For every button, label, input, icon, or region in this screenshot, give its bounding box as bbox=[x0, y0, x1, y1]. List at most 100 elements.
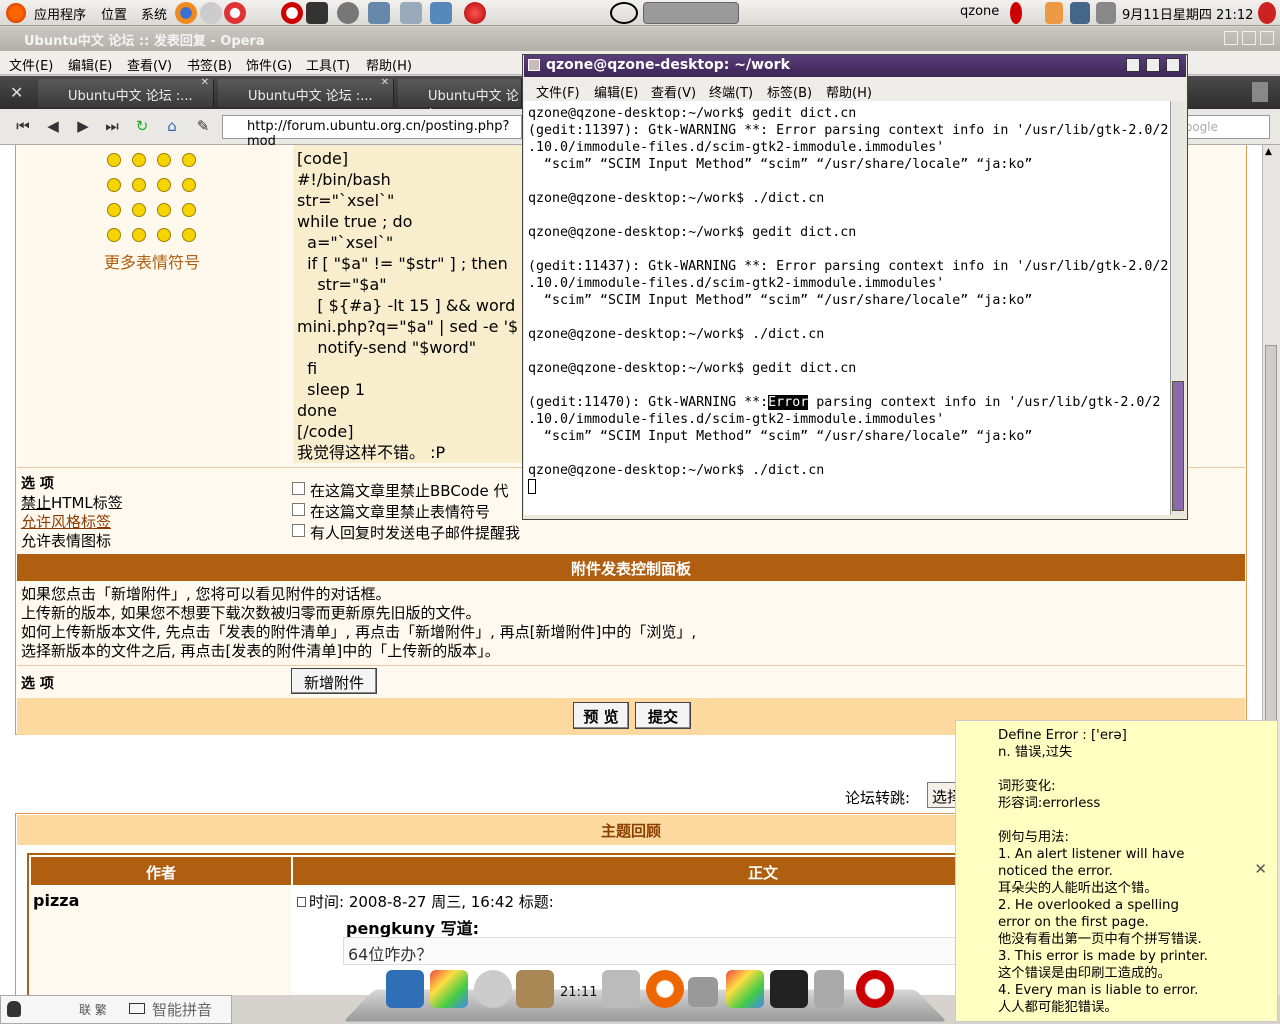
opera-tray-icon[interactable] bbox=[1010, 2, 1022, 24]
tools-icon[interactable]: ✕ bbox=[10, 83, 23, 102]
terminal-scrollbar[interactable] bbox=[1170, 101, 1186, 515]
edit-icon[interactable]: ✎ bbox=[192, 117, 214, 137]
notification-icon[interactable] bbox=[1045, 2, 1063, 24]
smiley-icon[interactable] bbox=[182, 153, 196, 167]
launcher2-dock-icon[interactable] bbox=[726, 970, 764, 1008]
menu-widgets[interactable]: 饰件(G) bbox=[246, 55, 292, 74]
launcher-dock-icon[interactable] bbox=[430, 970, 468, 1008]
term-menu-file[interactable]: 文件(F) bbox=[536, 82, 580, 101]
keyboard-icon[interactable] bbox=[129, 1003, 145, 1014]
volume-icon[interactable] bbox=[1096, 2, 1116, 24]
home-icon[interactable]: ⌂ bbox=[161, 117, 183, 137]
menu-help[interactable]: 帮助(H) bbox=[366, 55, 412, 74]
smiley-icon[interactable] bbox=[157, 228, 171, 242]
ime-name[interactable]: 智能拼音 bbox=[152, 999, 212, 1020]
ubuntu-dock-icon[interactable] bbox=[646, 970, 684, 1008]
system-menu[interactable]: 系统 bbox=[141, 4, 167, 23]
terminal-dock-icon[interactable] bbox=[770, 970, 808, 1008]
close-button[interactable] bbox=[1166, 58, 1180, 72]
menu-bookmarks[interactable]: 书签(B) bbox=[187, 55, 232, 74]
settings-dock-icon[interactable] bbox=[516, 970, 554, 1008]
smiley-icon[interactable] bbox=[107, 178, 121, 192]
applications-menu[interactable]: 应用程序 bbox=[34, 4, 86, 23]
preview-button[interactable]: 预 览 bbox=[573, 702, 629, 729]
shutdown-icon[interactable] bbox=[1258, 2, 1276, 24]
opera-icon[interactable] bbox=[281, 2, 303, 24]
opera-dock-icon[interactable] bbox=[856, 970, 894, 1008]
mail-icon[interactable] bbox=[200, 2, 222, 24]
close-button[interactable] bbox=[1260, 31, 1274, 45]
disable-smilies-checkbox[interactable] bbox=[292, 503, 305, 516]
scroll-up-icon[interactable]: ▲ bbox=[1265, 147, 1277, 157]
network-icon[interactable] bbox=[368, 2, 390, 24]
bbcode-option[interactable]: 允许风格标签 bbox=[21, 511, 111, 532]
workspace-switcher[interactable] bbox=[643, 2, 739, 24]
notify-checkbox[interactable] bbox=[292, 524, 305, 537]
term-menu-terminal[interactable]: 终端(T) bbox=[709, 82, 753, 101]
smiley-icon[interactable] bbox=[157, 178, 171, 192]
smiley-icon[interactable] bbox=[107, 203, 121, 217]
menu-view[interactable]: 查看(V) bbox=[127, 55, 172, 74]
image-viewer-icon[interactable] bbox=[430, 2, 452, 24]
add-attachment-button[interactable]: 新增附件 bbox=[291, 668, 377, 694]
smiley-icon[interactable] bbox=[182, 178, 196, 192]
menu-tools[interactable]: 工具(T) bbox=[306, 55, 350, 74]
penguin-icon[interactable] bbox=[7, 1001, 21, 1017]
search-field[interactable]: oogle bbox=[1180, 115, 1270, 139]
tab-1[interactable]: Ubuntu中文 论坛 :... ✕ bbox=[38, 77, 214, 107]
forward-icon[interactable]: ▶ bbox=[72, 117, 94, 137]
minimize-button[interactable] bbox=[1224, 31, 1238, 45]
ime-mode[interactable]: 联 繁 bbox=[79, 1001, 107, 1018]
window-dock-icon[interactable] bbox=[688, 977, 718, 1007]
cabinet-dock-icon[interactable] bbox=[814, 970, 844, 1008]
smiley-icon[interactable] bbox=[182, 228, 196, 242]
maximize-button[interactable] bbox=[1242, 31, 1256, 45]
submit-button[interactable]: 提交 bbox=[635, 702, 691, 729]
address-field[interactable]: http://forum.ubuntu.org.cn/posting.php?m… bbox=[222, 115, 522, 149]
term-menu-edit[interactable]: 编辑(E) bbox=[594, 82, 638, 101]
opera-titlebar[interactable]: Ubuntu中文 论坛 :: 发表回复 - Opera bbox=[0, 27, 1280, 51]
ubuntu-logo-icon[interactable] bbox=[6, 3, 26, 23]
clock[interactable]: 9月11日星期四 21:12 bbox=[1122, 4, 1253, 23]
smiley-icon[interactable] bbox=[132, 228, 146, 242]
maximize-button[interactable] bbox=[1146, 58, 1160, 72]
smilies-option[interactable]: 允许表情图标 bbox=[21, 530, 111, 551]
record-icon[interactable] bbox=[464, 2, 486, 24]
terminal-icon[interactable] bbox=[306, 2, 328, 24]
term-menu-tabs[interactable]: 标签(B) bbox=[767, 82, 812, 101]
term-menu-view[interactable]: 查看(V) bbox=[651, 82, 696, 101]
disk-dock-icon[interactable] bbox=[474, 970, 512, 1008]
back-icon[interactable]: ◀ bbox=[42, 117, 64, 137]
minimize-button[interactable] bbox=[1126, 58, 1140, 72]
close-icon[interactable]: ✕ bbox=[1254, 861, 1267, 878]
terminal-output[interactable]: qzone@qzone-desktop:~/work$ gedit dict.c… bbox=[524, 101, 1170, 515]
tab-2[interactable]: Ubuntu中文 论坛 :... ✕ bbox=[218, 77, 394, 107]
rewind-icon[interactable]: ⏮ bbox=[12, 117, 34, 137]
smiley-icon[interactable] bbox=[157, 203, 171, 217]
places-menu[interactable]: 位置 bbox=[101, 4, 127, 23]
smiley-icon[interactable] bbox=[107, 228, 121, 242]
term-menu-help[interactable]: 帮助(H) bbox=[826, 82, 872, 101]
smiley-icon[interactable] bbox=[182, 203, 196, 217]
more-smilies-link[interactable]: 更多表情符号 bbox=[104, 253, 200, 272]
scroll-thumb[interactable] bbox=[1265, 345, 1277, 785]
trash-dock-icon[interactable] bbox=[386, 970, 424, 1008]
trash-icon[interactable] bbox=[1252, 82, 1268, 102]
terminal-scroll-thumb[interactable] bbox=[1172, 381, 1184, 511]
html-disabled-link[interactable]: 禁止 bbox=[21, 494, 51, 512]
dock-clock[interactable]: 21:11 bbox=[560, 985, 597, 1000]
menu-edit[interactable]: 编辑(E) bbox=[68, 55, 112, 74]
smiley-icon[interactable] bbox=[132, 203, 146, 217]
tab-3[interactable]: Ubuntu中文 论坛 bbox=[398, 79, 522, 123]
smiley-icon[interactable] bbox=[107, 153, 121, 167]
fast-forward-icon[interactable]: ⏭ bbox=[101, 117, 123, 137]
message-textarea[interactable]: [code] #!/bin/bash str="`xsel`" while tr… bbox=[293, 145, 533, 463]
smiley-icon[interactable] bbox=[157, 153, 171, 167]
selected-word[interactable]: Error bbox=[768, 395, 809, 410]
reload-icon[interactable]: ↻ bbox=[131, 117, 153, 137]
menu-file[interactable]: 文件(E) bbox=[9, 55, 53, 74]
disable-bbcode-checkbox[interactable] bbox=[292, 482, 305, 495]
close-icon[interactable]: ✕ bbox=[381, 77, 389, 88]
terminal-titlebar[interactable]: qzone@qzone-desktop: ~/work bbox=[524, 55, 1186, 77]
firefox-icon[interactable] bbox=[175, 2, 197, 24]
